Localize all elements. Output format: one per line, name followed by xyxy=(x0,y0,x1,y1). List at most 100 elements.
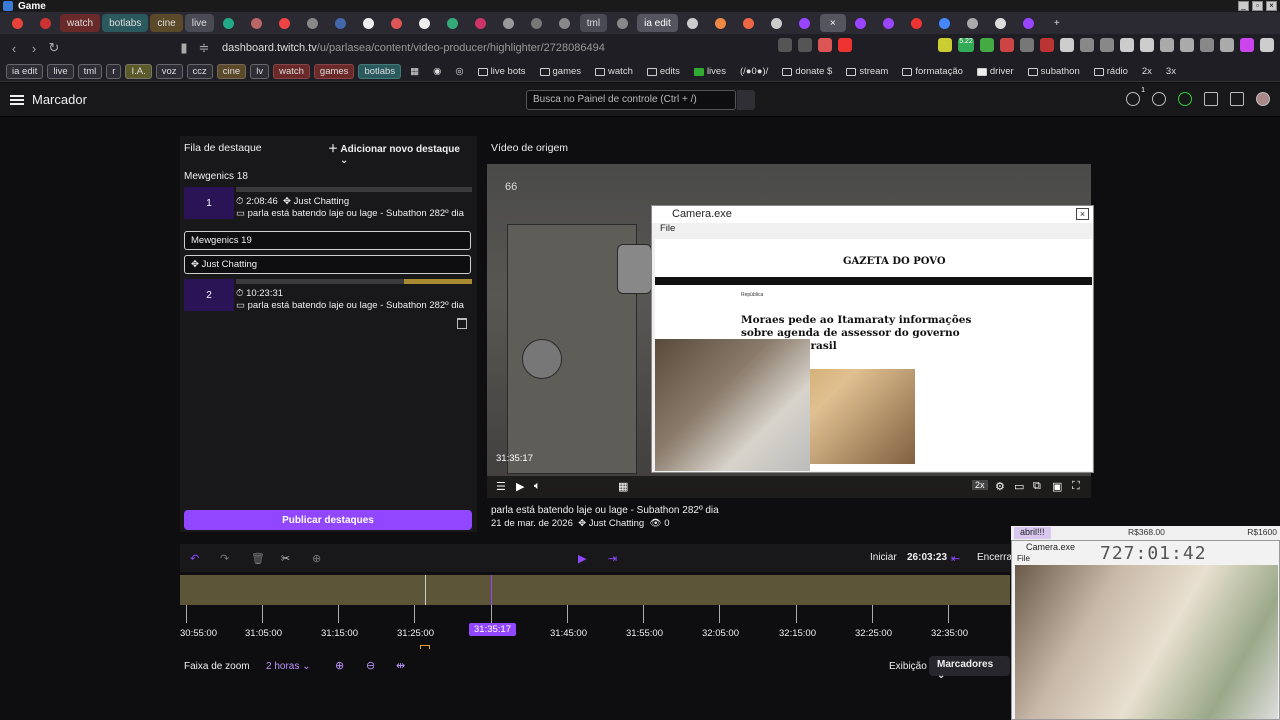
share-icon[interactable] xyxy=(798,38,812,52)
avatar[interactable] xyxy=(1256,92,1270,106)
highlight-number[interactable]: 1 xyxy=(184,187,234,219)
bookmark-icon[interactable] xyxy=(1230,92,1244,106)
zoom-icon[interactable] xyxy=(778,38,792,52)
bookmark-tml[interactable]: tml xyxy=(77,64,103,79)
bookmark-watch[interactable]: watch xyxy=(273,64,310,79)
apps-grid-icon[interactable]: ▦ xyxy=(405,64,424,79)
tab-icon[interactable] xyxy=(440,14,466,32)
menu-icon[interactable] xyxy=(10,93,24,107)
tab-tml[interactable]: tml xyxy=(579,14,608,32)
trash-icon[interactable]: 🗑︎ xyxy=(251,552,265,565)
tab-icon[interactable] xyxy=(764,14,790,32)
tab-icon[interactable] xyxy=(468,14,494,32)
scissors-icon[interactable]: ✂ xyxy=(281,552,293,565)
folder-donate[interactable]: donate $ xyxy=(777,64,837,79)
close-window-button[interactable]: × xyxy=(1266,1,1277,11)
tab-icon[interactable] xyxy=(384,14,410,32)
zoom-in-icon[interactable]: ⊕ xyxy=(335,659,344,672)
undo-icon[interactable]: ↶ xyxy=(190,552,202,565)
bookmark-ccz[interactable]: ccz xyxy=(186,64,213,79)
folder-formatacao[interactable]: formatação xyxy=(897,64,968,79)
extension-icon[interactable] xyxy=(1220,38,1234,52)
new-tab-button[interactable]: + xyxy=(1044,14,1070,32)
alert-icon[interactable] xyxy=(838,38,852,52)
playhead-line[interactable] xyxy=(491,575,492,605)
tab-icon[interactable] xyxy=(848,14,874,32)
tab-icon[interactable] xyxy=(792,14,818,32)
tab-icon[interactable] xyxy=(876,14,902,32)
brave-shield-icon[interactable] xyxy=(818,38,832,52)
puzzle-icon[interactable] xyxy=(1060,38,1074,52)
play-icon[interactable]: ▶ xyxy=(516,480,524,493)
bookmark-ia-edit[interactable]: ia edit xyxy=(6,64,44,79)
tab-icon[interactable] xyxy=(960,14,986,32)
add-highlight-button[interactable]: ＋ Adicionar novo destaque ⌄ xyxy=(328,140,477,166)
bookmark-driver[interactable]: driver xyxy=(972,64,1019,79)
folder-stream[interactable]: stream xyxy=(841,64,893,79)
reload-icon[interactable]: ↻ xyxy=(44,38,64,58)
bookmark-games[interactable]: games xyxy=(313,64,355,79)
extension-icon[interactable] xyxy=(1000,38,1014,52)
bookmark-icon[interactable]: ▮ xyxy=(174,38,194,58)
tab-icon[interactable] xyxy=(680,14,706,32)
tab-icon[interactable] xyxy=(496,14,522,32)
tab-icon[interactable] xyxy=(272,14,298,32)
fullscreen-icon[interactable]: ⛶ xyxy=(1072,480,1080,493)
tab-icon[interactable] xyxy=(552,14,578,32)
extension-icon[interactable] xyxy=(1160,38,1174,52)
tab-icon[interactable] xyxy=(244,14,270,32)
bookmark-live[interactable]: live xyxy=(47,64,74,79)
bookmark-lv[interactable]: lv xyxy=(250,64,270,79)
tab-icon[interactable] xyxy=(328,14,354,32)
folder-games[interactable]: games xyxy=(535,64,587,79)
settings-icon[interactable]: ⚙ xyxy=(995,480,1005,493)
tab-icon[interactable] xyxy=(216,14,242,32)
play-icon[interactable]: ▶ xyxy=(578,552,590,565)
folder-lives[interactable]: lives xyxy=(689,64,731,79)
folder-edits[interactable]: edits xyxy=(642,64,685,79)
volume-icon[interactable]: 🔈︎ xyxy=(534,480,541,493)
tab-icon[interactable] xyxy=(736,14,762,32)
jump-end-icon[interactable]: ⇥ xyxy=(608,552,620,565)
tab-icon[interactable] xyxy=(904,14,930,32)
markers-dropdown[interactable]: Marcadores ⌄ xyxy=(929,656,1010,681)
extension-icon[interactable] xyxy=(1180,38,1194,52)
tab-icon[interactable] xyxy=(932,14,958,32)
extension-icon[interactable] xyxy=(980,38,994,52)
camera-file-menu[interactable]: File xyxy=(652,223,1093,237)
extension-icon[interactable] xyxy=(1040,38,1054,52)
url-field[interactable]: dashboard.twitch.tv/u/parlasea/content/v… xyxy=(222,42,605,54)
bookmark-voz[interactable]: voz xyxy=(155,64,183,79)
tab-icon[interactable] xyxy=(1016,14,1042,32)
highlight-bar[interactable] xyxy=(236,187,472,192)
close-icon[interactable]: × xyxy=(1076,208,1089,220)
redo-icon[interactable]: ↷ xyxy=(220,552,232,565)
group-name-input[interactable]: Mewgenics 19 xyxy=(184,231,471,250)
bookmark-ia[interactable]: I.A. xyxy=(125,64,152,79)
set-start-icon[interactable]: ⇤ xyxy=(951,552,963,565)
bookmark-r[interactable]: r xyxy=(106,64,122,79)
bookmark-icon[interactable]: ◉ xyxy=(428,64,446,79)
tab-icon[interactable] xyxy=(412,14,438,32)
speed-button[interactable]: 2x xyxy=(972,480,988,490)
add-marker-icon[interactable]: ⊕ xyxy=(312,552,324,565)
timeline-track[interactable] xyxy=(180,575,1010,605)
tab-icon[interactable] xyxy=(988,14,1014,32)
minimize-button[interactable]: _ xyxy=(1238,1,1249,11)
folder-watch[interactable]: watch xyxy=(590,64,638,79)
tab-cine[interactable]: cine xyxy=(150,14,183,32)
marker-icon[interactable] xyxy=(420,645,430,649)
search-icon[interactable] xyxy=(737,90,755,110)
zoom-out-icon[interactable]: ⊖ xyxy=(366,659,375,672)
bookmark-2x[interactable]: 2x xyxy=(1137,64,1157,79)
tab-icon[interactable] xyxy=(300,14,326,32)
extension-icon[interactable] xyxy=(1240,38,1254,52)
extension-icon[interactable] xyxy=(1080,38,1094,52)
tab-close-icon[interactable]: × xyxy=(819,14,846,32)
highlight-number[interactable]: 2 xyxy=(184,279,234,311)
tab-icon[interactable] xyxy=(524,14,550,32)
extension-badge[interactable]: 5.22 xyxy=(958,38,974,52)
tab-icon[interactable] xyxy=(32,14,58,32)
tab-icon[interactable] xyxy=(708,14,734,32)
forward-icon[interactable]: › xyxy=(24,38,44,58)
